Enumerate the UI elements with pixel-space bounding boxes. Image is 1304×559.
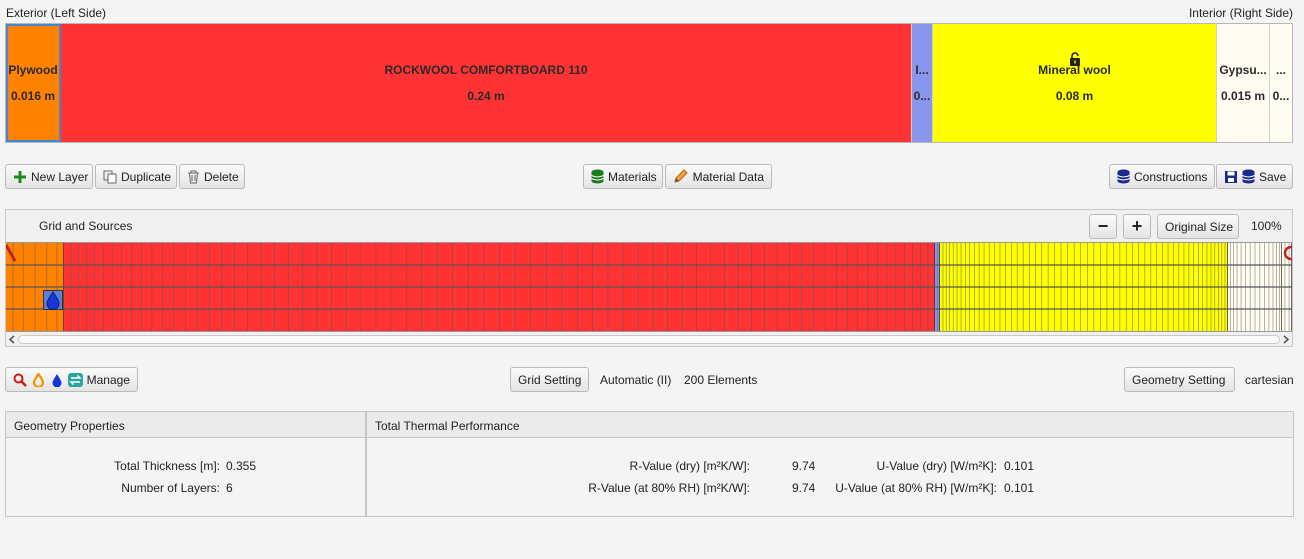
layer-mineral-wool[interactable]: Mineral wool 0.08 m <box>933 24 1217 142</box>
layer-name: ... <box>1275 63 1286 77</box>
layer-rockwool-comfortboard[interactable]: ROCKWOOL COMFORTBOARD 110 0.24 m <box>61 24 912 142</box>
grid-panel-title: Grid and Sources <box>39 219 133 233</box>
materials-button[interactable]: Materials <box>583 164 663 189</box>
grid-mode-text: Automatic (II) <box>600 373 672 387</box>
exterior-side-label: Exterior (Left Side) <box>6 6 107 20</box>
new-layer-button[interactable]: New Layer <box>5 164 93 189</box>
search-icon <box>13 372 27 388</box>
u-value-80rh-label: U-Value (at 80% RH) [W/m²K]: <box>835 481 997 495</box>
geometry-properties-panel: Geometry Properties Total Thickness [m]:… <box>5 411 366 517</box>
layer-thickness: 0... <box>1272 89 1290 103</box>
grid-element-count: 200 Elements <box>684 373 758 387</box>
water-drop-icon <box>49 372 63 388</box>
geometry-type-text: cartesian <box>1245 373 1294 387</box>
constructions-button[interactable]: Constructions <box>1109 164 1215 189</box>
thermal-performance-panel: Total Thermal Performance R-Value (dry) … <box>366 411 1294 517</box>
layer-interior-finish[interactable]: ... 0... <box>1270 24 1292 142</box>
layer-thickness: 0.015 m <box>1220 89 1266 103</box>
original-size-label: Original Size <box>1165 219 1234 234</box>
unlock-icon[interactable] <box>1069 52 1081 66</box>
layer-thickness: 0.016 m <box>10 89 56 103</box>
r-value-80rh-label: R-Value (at 80% RH) [m²K/W]: <box>588 481 750 495</box>
zoom-percentage: 100% <box>1251 219 1282 233</box>
number-of-layers-value: 6 <box>226 481 233 495</box>
geometry-properties-title: Geometry Properties <box>6 412 365 438</box>
moisture-source-icon[interactable] <box>43 290 63 310</box>
delete-button[interactable]: Delete <box>179 164 245 189</box>
database-icon <box>591 169 604 185</box>
material-data-label: Material Data <box>692 169 764 184</box>
trash-icon <box>187 169 200 185</box>
layer-name: ROCKWOOL COMFORTBOARD 110 <box>384 63 588 77</box>
exchange-icon <box>67 372 83 388</box>
grid-canvas[interactable] <box>6 242 1292 332</box>
material-data-button[interactable]: Material Data <box>665 164 772 189</box>
scroll-right-icon[interactable] <box>1282 335 1290 344</box>
duplicate-button[interactable]: Duplicate <box>95 164 177 189</box>
layer-thin-membrane[interactable]: I... 0... <box>912 24 933 142</box>
flame-icon <box>31 372 45 388</box>
floppy-disk-icon <box>1224 169 1238 185</box>
original-size-button[interactable]: Original Size <box>1157 214 1239 239</box>
constructions-label: Constructions <box>1134 169 1208 184</box>
u-value-80rh-value: 0.101 <box>1004 481 1035 495</box>
database-icon <box>1242 169 1255 185</box>
left-boundary-marker-icon[interactable] <box>6 243 16 265</box>
pencil-icon <box>673 169 689 185</box>
grid-setting-button[interactable]: Grid Setting <box>510 367 589 392</box>
grid-horizontal-scrollbar[interactable] <box>6 333 1292 346</box>
new-layer-label: New Layer <box>31 169 89 184</box>
duplicate-icon <box>103 169 117 185</box>
interior-side-label: Interior (Right Side) <box>1188 6 1293 20</box>
geometry-setting-button[interactable]: Geometry Setting <box>1124 367 1235 392</box>
scroll-left-icon[interactable] <box>8 335 16 344</box>
u-value-dry-value: 0.101 <box>1004 459 1035 473</box>
materials-label: Materials <box>608 169 657 184</box>
r-value-80rh-value: 9.74 <box>792 481 816 495</box>
save-label: Save <box>1259 169 1287 184</box>
zoom-out-button[interactable]: − <box>1089 214 1117 239</box>
plus-icon: + <box>1131 216 1143 236</box>
sources-manage-button[interactable]: Manage <box>5 367 138 392</box>
layer-thickness: 0... <box>913 89 931 103</box>
thermal-performance-title: Total Thermal Performance <box>367 412 1293 438</box>
database-icon <box>1117 169 1130 185</box>
scroll-thumb[interactable] <box>18 335 1280 344</box>
total-thickness-label: Total Thickness [m]: <box>114 459 220 473</box>
layer-gypsum[interactable]: Gypsu... 0.015 m <box>1217 24 1270 142</box>
layer-name: I... <box>915 63 929 77</box>
delete-label: Delete <box>204 169 239 184</box>
layer-plywood[interactable]: Plywood 0.016 m <box>6 24 61 142</box>
number-of-layers-label: Number of Layers: <box>121 481 220 495</box>
u-value-dry-label: U-Value (dry) [W/m²K]: <box>876 459 997 473</box>
layer-thickness: 0.08 m <box>1055 89 1094 103</box>
grid-setting-label: Grid Setting <box>518 372 582 387</box>
geometry-setting-label: Geometry Setting <box>1132 372 1226 387</box>
total-thickness-value: 0.355 <box>226 459 257 473</box>
plus-icon <box>13 169 27 185</box>
grid-mesh <box>6 243 1292 331</box>
duplicate-label: Duplicate <box>121 169 172 184</box>
save-button[interactable]: Save <box>1216 164 1293 189</box>
right-boundary-marker-icon[interactable] <box>1282 245 1292 261</box>
r-value-dry-label: R-Value (dry) [m²K/W]: <box>629 459 750 473</box>
grid-and-sources-panel: Grid and Sources − + Original Size 100% <box>5 209 1293 347</box>
r-value-dry-value: 9.74 <box>792 459 816 473</box>
layer-name: Gypsu... <box>1219 63 1267 77</box>
layer-name: Plywood <box>8 63 58 77</box>
minus-icon: − <box>1097 216 1109 236</box>
construction-layer-strip: Plywood 0.016 m ROCKWOOL COMFORTBOARD 11… <box>5 23 1293 143</box>
manage-label: Manage <box>86 372 130 387</box>
zoom-in-button[interactable]: + <box>1123 214 1151 239</box>
layer-thickness: 0.24 m <box>467 89 505 103</box>
